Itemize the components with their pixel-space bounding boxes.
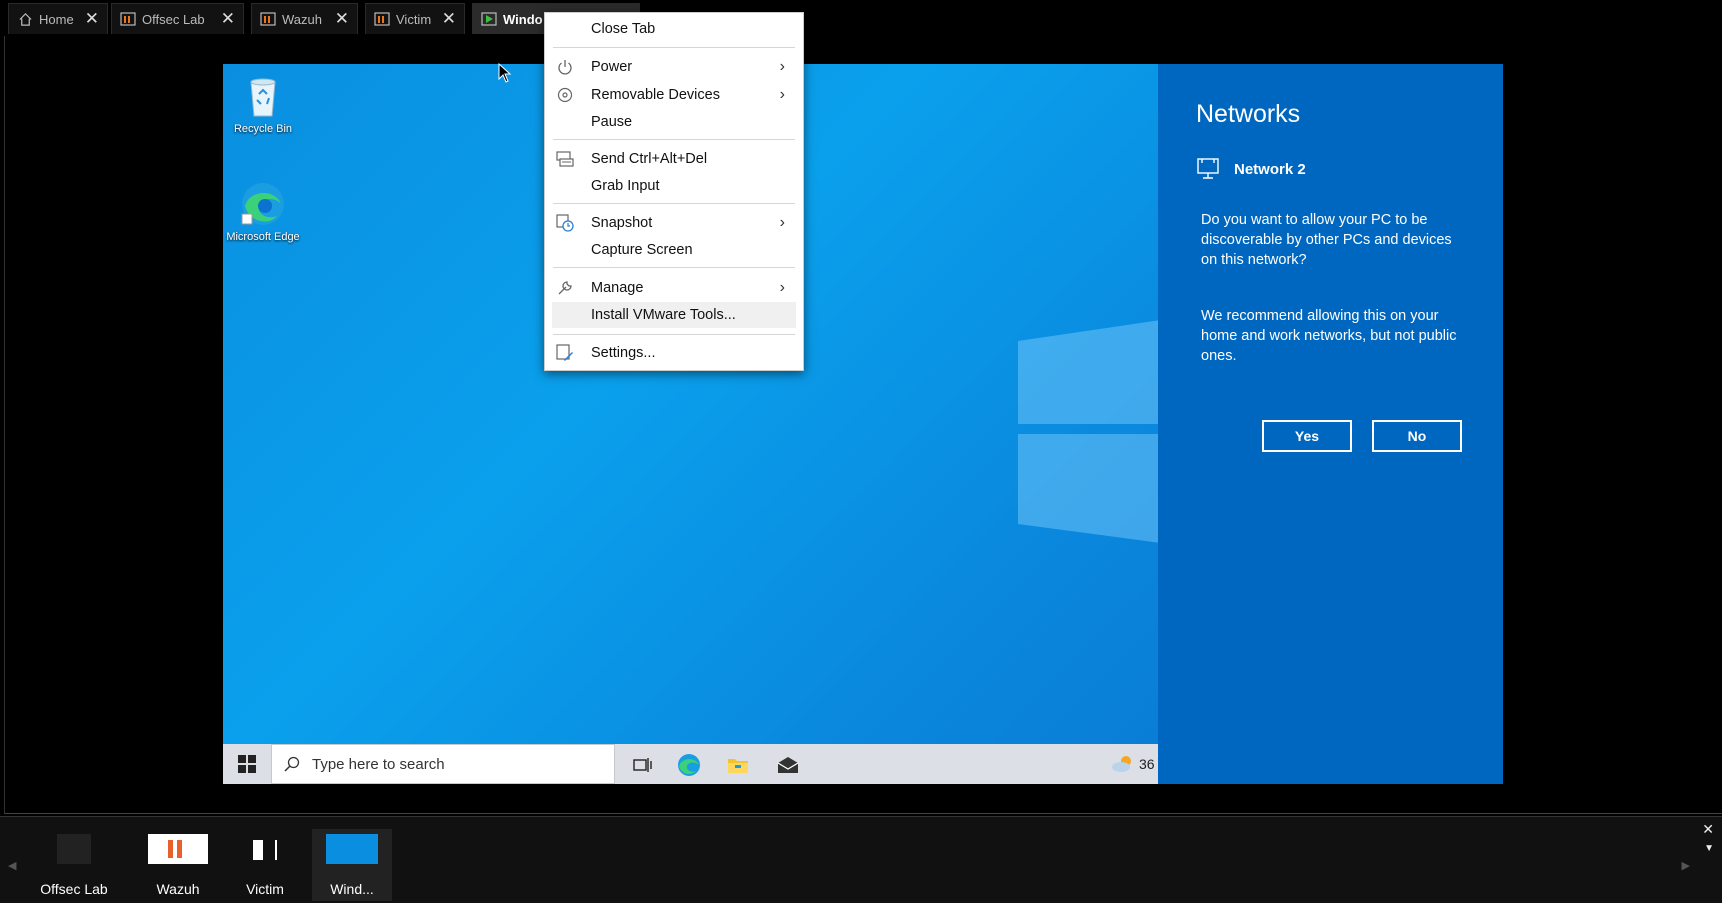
- menu-separator: [553, 334, 795, 335]
- discoverable-question: Do you want to allow your PC to be disco…: [1201, 212, 1452, 268]
- menu-item-capture-screen[interactable]: Capture Screen: [545, 237, 803, 263]
- menu-item-send-ctrl-alt-del[interactable]: Send Ctrl+Alt+Del: [545, 146, 803, 172]
- recommendation-text: We recommend allowing this on your home …: [1201, 308, 1457, 364]
- vm-thumbnail-image: [326, 834, 378, 864]
- vm-group-icon: [120, 11, 136, 27]
- menu-item-snapshot[interactable]: Snapshot ›: [545, 210, 803, 236]
- network-ethernet-icon: [1197, 158, 1219, 179]
- chevron-right-icon: ›: [779, 86, 785, 103]
- thumbnail-wazuh[interactable]: Wazuh: [138, 829, 218, 901]
- disc-icon: [556, 86, 574, 104]
- tab-wazuh[interactable]: Wazuh ✕: [251, 3, 358, 34]
- menu-item-manage[interactable]: Manage ›: [545, 275, 803, 301]
- scroll-left-icon[interactable]: ◀: [8, 859, 16, 872]
- edge-taskbar-icon[interactable]: [676, 752, 702, 778]
- thumbnail-bar: ◀ Offsec Lab Wazuh Victim Wind... ▶ ✕ ▼: [0, 816, 1722, 903]
- yes-button[interactable]: Yes: [1262, 420, 1352, 452]
- snapshot-icon: [556, 214, 574, 232]
- power-icon: [556, 58, 574, 76]
- file-explorer-icon[interactable]: [725, 752, 751, 778]
- tab-victim[interactable]: Victim ✕: [365, 3, 465, 34]
- menu-separator: [553, 139, 795, 140]
- menu-separator: [553, 267, 795, 268]
- menu-item-settings[interactable]: Settings...: [545, 340, 803, 366]
- vm-group-icon: [260, 11, 276, 27]
- desktop-icon-recycle-bin[interactable]: Recycle Bin: [223, 72, 303, 135]
- vm-running-icon: [481, 11, 497, 27]
- search-icon: [284, 756, 300, 772]
- vm-group-icon: [374, 11, 390, 27]
- windows-taskbar: Type here to search 36: [223, 744, 1158, 784]
- menu-item-pause[interactable]: Pause: [545, 109, 803, 135]
- chevron-right-icon: ›: [779, 214, 785, 231]
- no-button[interactable]: No: [1372, 420, 1462, 452]
- thumbnail-victim[interactable]: Victim: [225, 829, 305, 901]
- menu-item-grab-input[interactable]: Grab Input: [545, 173, 803, 199]
- chevron-down-icon[interactable]: ▼: [1704, 843, 1714, 854]
- mouse-cursor-icon: [498, 63, 512, 83]
- vm-thumbnail-image: [148, 834, 208, 864]
- vm-thumbnail-image: [57, 834, 91, 864]
- networks-panel: Networks Network 2 Do you want to allow …: [1158, 64, 1503, 784]
- close-icon[interactable]: ✕: [335, 10, 349, 28]
- menu-item-removable-devices[interactable]: Removable Devices ›: [545, 82, 803, 108]
- tab-home[interactable]: Home ✕: [8, 3, 108, 34]
- close-icon[interactable]: ✕: [85, 10, 99, 28]
- weather-cloud-icon: [1112, 756, 1131, 772]
- vmware-workstation-window: Home ✕ Offsec Lab ✕ Wazuh ✕ Victim ✕ Win…: [0, 0, 1722, 903]
- task-view-icon[interactable]: [629, 752, 655, 778]
- tab-bar: Home ✕ Offsec Lab ✕ Wazuh ✕ Victim ✕ Win…: [0, 0, 1722, 36]
- network-item[interactable]: Network 2: [1196, 158, 1306, 180]
- menu-item-power[interactable]: Power ›: [545, 54, 803, 80]
- home-icon: [17, 11, 33, 27]
- wrench-icon: [556, 279, 574, 297]
- menu-item-install-vmware-tools[interactable]: Install VMware Tools...: [552, 302, 796, 328]
- recycle-bin-icon: [239, 72, 287, 120]
- scroll-right-icon[interactable]: ▶: [1682, 859, 1690, 872]
- close-icon[interactable]: ✕: [442, 10, 456, 28]
- networks-title: Networks: [1196, 100, 1301, 128]
- chevron-right-icon: ›: [779, 279, 785, 296]
- keyboard-icon: [556, 150, 574, 168]
- weather-widget[interactable]: 36: [1111, 754, 1155, 774]
- tab-context-menu: Close Tab Power › Removable Devices › Pa…: [544, 12, 804, 371]
- windows-start-icon: [238, 755, 256, 773]
- menu-separator: [553, 203, 795, 204]
- edge-icon: [239, 180, 287, 228]
- taskbar-search-box[interactable]: Type here to search: [271, 744, 615, 784]
- close-icon[interactable]: ✕: [221, 10, 235, 28]
- thumbnail-windows[interactable]: Wind...: [312, 829, 392, 901]
- desktop-icon-edge[interactable]: Microsoft Edge: [223, 180, 303, 243]
- settings-icon: [556, 344, 574, 362]
- start-button[interactable]: [223, 744, 271, 784]
- thumbnail-offsec-lab[interactable]: Offsec Lab: [34, 829, 114, 901]
- tab-offsec-lab[interactable]: Offsec Lab ✕: [111, 3, 244, 34]
- close-thumbnail-bar-icon[interactable]: ✕: [1702, 821, 1714, 838]
- vm-thumbnail-image: [235, 834, 295, 864]
- mail-icon[interactable]: [775, 752, 801, 778]
- menu-item-close-tab[interactable]: Close Tab: [545, 16, 803, 42]
- chevron-right-icon: ›: [779, 58, 785, 75]
- menu-separator: [553, 47, 795, 48]
- vm-screen[interactable]: Recycle Bin Microsoft Edge Type here to …: [223, 64, 1503, 784]
